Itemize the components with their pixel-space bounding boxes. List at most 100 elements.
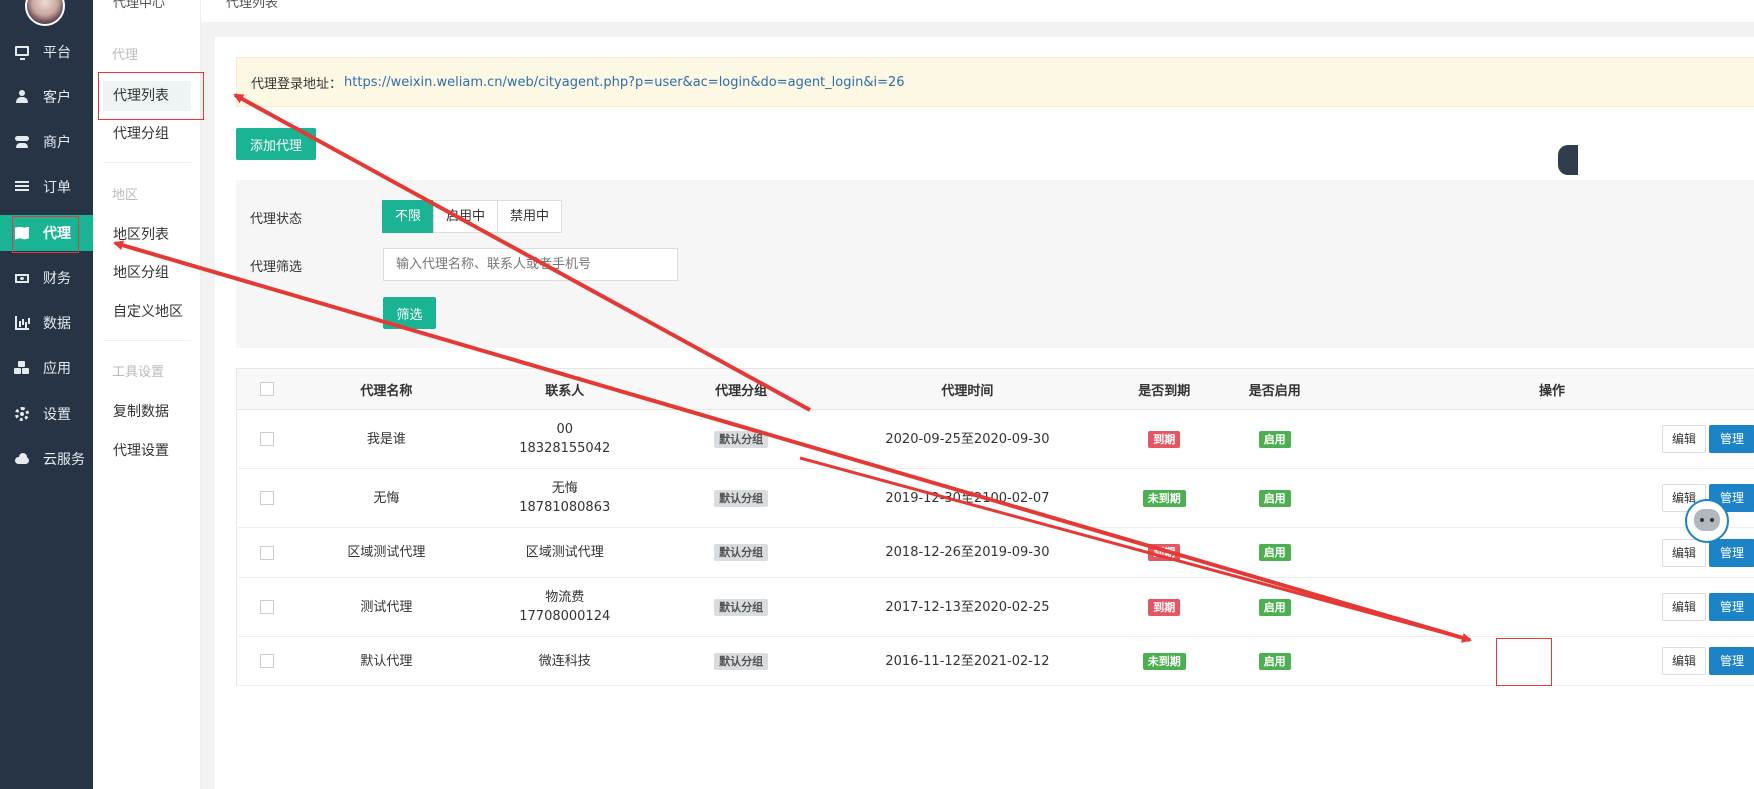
row-checkbox[interactable] <box>259 491 274 505</box>
submenu-divider <box>103 162 191 163</box>
group-badge: 默认分组 <box>714 652 769 670</box>
agent-search-input[interactable] <box>383 248 678 281</box>
sidebar-item-apps[interactable]: 应用 <box>0 350 93 386</box>
contact-cell: 无悔 18781080863 <box>476 468 654 528</box>
contact-phone: 18781080863 <box>519 500 611 515</box>
status-option-enabled[interactable]: 启用中 <box>433 200 499 233</box>
edit-button[interactable]: 编辑 <box>1661 538 1706 567</box>
contact-name: 00 <box>556 422 574 437</box>
header-checkbox-cell <box>236 368 297 410</box>
status-option-disabled[interactable]: 禁用中 <box>497 200 563 233</box>
contact-cell: 物流费 17708000124 <box>476 577 654 637</box>
expired-badge: 未到期 <box>1142 652 1186 670</box>
sidebar-item-cloud[interactable]: 云服务 <box>0 441 93 477</box>
status-option-all[interactable]: 不限 <box>382 200 435 233</box>
agent-name-cell: 我是谁 <box>296 409 477 469</box>
row-checkbox[interactable] <box>259 432 274 446</box>
group-badge: 默认分组 <box>714 544 769 561</box>
sidebar-item-orders[interactable]: 订单 <box>0 169 93 205</box>
enabled-badge[interactable]: 启用 <box>1258 489 1291 507</box>
sidebar-item-label: 商户 <box>43 135 71 151</box>
select-all-checkbox[interactable] <box>259 382 274 396</box>
expired-cell: 到期 <box>1105 527 1223 578</box>
header-agent-time: 代理时间 <box>829 368 1106 410</box>
main-sidebar: 平台 客户 商户 订单 代理 财务 数据 应用 设置 云服务 <box>0 0 93 789</box>
login-url-link[interactable]: https://weixin.weliam.cn/web/cityagent.p… <box>344 75 905 90</box>
side-toggle-tab[interactable] <box>1558 145 1578 175</box>
sidebar-item-platform[interactable]: 平台 <box>0 34 93 70</box>
submenu-item-agent-settings[interactable]: 代理设置 <box>103 436 191 466</box>
submenu-item-copy-data[interactable]: 复制数据 <box>103 397 191 427</box>
manage-button[interactable]: 管理 <box>1708 647 1754 675</box>
avatar[interactable] <box>25 0 65 26</box>
group-cell: 默认分组 <box>653 577 830 637</box>
actions-cell: 编辑 管理 <box>1326 577 1754 637</box>
monitor-icon <box>15 46 29 60</box>
header-contact: 联系人 <box>476 368 654 410</box>
sidebar-item-customer[interactable]: 客户 <box>0 79 93 115</box>
enabled-cell: 启用 <box>1222 577 1327 637</box>
enabled-badge[interactable]: 启用 <box>1258 430 1291 448</box>
submenu-item-region-group[interactable]: 地区分组 <box>103 258 191 288</box>
edit-button[interactable]: 编辑 <box>1661 647 1706 675</box>
sidebar-item-label: 平台 <box>43 45 71 61</box>
row-checkbox[interactable] <box>259 545 274 560</box>
expired-cell: 到期 <box>1105 577 1223 637</box>
filter-submit-button[interactable]: 筛选 <box>383 297 436 329</box>
agent-name-cell: 默认代理 <box>296 636 477 686</box>
sidebar-item-settings[interactable]: 设置 <box>0 396 93 432</box>
expired-badge: 到期 <box>1148 598 1181 616</box>
table-header-row: 代理名称 联系人 代理分组 代理时间 是否到期 是否启用 操作 <box>236 368 1754 410</box>
group-badge: 默认分组 <box>714 430 769 448</box>
submenu-item-region-list[interactable]: 地区列表 <box>103 220 191 250</box>
enabled-badge[interactable]: 启用 <box>1258 544 1291 561</box>
sidebar-item-merchant[interactable]: 商户 <box>0 124 93 160</box>
manage-button[interactable]: 管理 <box>1708 425 1754 453</box>
row-checkbox-cell <box>236 409 297 469</box>
sidebar-item-label: 应用 <box>43 361 71 377</box>
expired-cell: 未到期 <box>1105 468 1223 528</box>
manage-button[interactable]: 管理 <box>1708 593 1754 621</box>
add-agent-button[interactable]: 添加代理 <box>236 128 316 160</box>
list-icon <box>15 180 29 194</box>
gear-icon <box>15 407 29 421</box>
contact-name: 无悔 <box>551 481 578 496</box>
group-badge: 默认分组 <box>714 489 769 507</box>
annotation-box-agent-nav <box>12 216 79 253</box>
user-icon <box>15 90 29 104</box>
expired-cell: 未到期 <box>1105 636 1223 686</box>
submenu-item-agent-group[interactable]: 代理分组 <box>103 119 191 149</box>
enabled-badge[interactable]: 启用 <box>1258 652 1291 670</box>
row-checkbox[interactable] <box>259 600 274 614</box>
sidebar-item-data[interactable]: 数据 <box>0 305 93 341</box>
annotation-box-manage <box>1496 638 1552 686</box>
edit-button[interactable]: 编辑 <box>1661 425 1706 453</box>
agent-time-cell: 2020-09-25至2020-09-30 <box>829 409 1106 469</box>
breadcrumb-current: 代理列表 <box>226 0 279 11</box>
sidebar-item-finance[interactable]: 财务 <box>0 260 93 296</box>
table-row: 无悔 无悔 18781080863 默认分组 2019-12-30至2100-02… <box>236 468 1754 528</box>
header-enabled: 是否启用 <box>1222 368 1327 410</box>
chat-robot-icon[interactable] <box>1685 499 1729 543</box>
search-filter-label: 代理筛选 <box>250 260 303 275</box>
agent-time-cell: 2016-11-12至2021-02-12 <box>829 636 1106 686</box>
filter-panel: 代理状态 不限 启用中 禁用中 代理筛选 筛选 <box>236 180 1754 348</box>
table-row: 测试代理 物流费 17708000124 默认分组 2017-12-13至2020… <box>236 577 1754 637</box>
manage-button[interactable]: 管理 <box>1708 538 1754 567</box>
row-checkbox-cell <box>236 636 297 686</box>
contact-phone: 17708000124 <box>519 609 611 624</box>
header-agent-group: 代理分组 <box>653 368 830 410</box>
agent-time-cell: 2019-12-30至2100-02-07 <box>829 468 1106 528</box>
edit-button[interactable]: 编辑 <box>1661 593 1706 621</box>
enabled-badge[interactable]: 启用 <box>1258 598 1291 616</box>
submenu-group-region: 地区 <box>112 188 139 203</box>
contact-name: 物流费 <box>545 590 585 605</box>
group-cell: 默认分组 <box>653 527 830 578</box>
submenu-item-custom-region[interactable]: 自定义地区 <box>103 297 191 327</box>
row-checkbox-cell <box>236 468 297 528</box>
row-checkbox[interactable] <box>259 654 274 668</box>
breadcrumb: 代理中心 代理列表 <box>113 0 1754 22</box>
enabled-cell: 启用 <box>1222 636 1327 686</box>
breadcrumb-first[interactable]: 代理中心 <box>113 0 165 11</box>
table-row: 我是谁 00 18328155042 默认分组 2020-09-25至2020-0… <box>236 409 1754 469</box>
